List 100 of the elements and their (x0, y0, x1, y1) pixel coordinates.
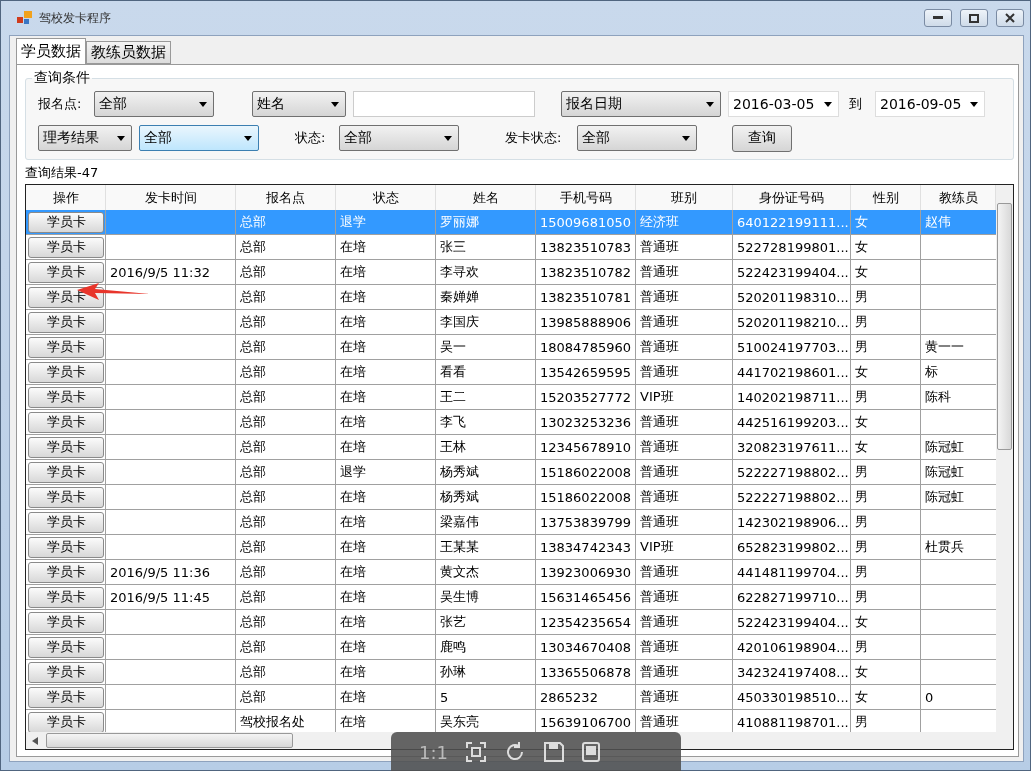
table-cell-text: 男 (854, 513, 869, 531)
table-cell-text: 总部 (239, 463, 267, 481)
table-cell-text: 总部 (239, 213, 267, 231)
table-cell-text: 在培 (339, 563, 367, 581)
table-cell-text: 总部 (239, 338, 267, 356)
table-cell-text: 140202198711... (736, 388, 850, 407)
table-cell-text: 在培 (339, 363, 367, 381)
table-cell-text: 普通班 (639, 463, 680, 481)
table-cell-text: 黄一一 (924, 338, 965, 356)
table-cell-text: 13923006930 (539, 563, 632, 582)
table-cell-text: 杨秀斌 (439, 488, 480, 506)
table-cell-text: 男 (854, 588, 869, 606)
table-cell-text: 总部 (239, 288, 267, 306)
table-cell-text: 男 (854, 288, 869, 306)
table-cell-text: 标 (924, 363, 939, 381)
table-cell-text: 张艺 (439, 613, 467, 631)
table-cell-text: 杜贯兵 (924, 538, 965, 556)
table-cell-text: 在培 (339, 338, 367, 356)
table-cell-text: 陈冠虹 (924, 438, 965, 456)
table-cell-text: 在培 (339, 588, 367, 606)
table-cell-text: 女 (854, 213, 869, 231)
table-cell-text: 陈冠虹 (924, 463, 965, 481)
table-cell-text: 2865232 (539, 688, 599, 707)
table-cell-text: 孙琳 (439, 663, 467, 681)
table-cell-text: 普通班 (639, 338, 680, 356)
table-cell-text: 吴东亮 (439, 713, 480, 731)
table-cell-text: 男 (854, 488, 869, 506)
table-cell-text: 女 (854, 263, 869, 281)
table-cell-text: 13023253236 (539, 413, 632, 432)
table-cell-text: 320823197611... (736, 438, 850, 457)
table-cell-text: 在培 (339, 713, 367, 731)
table-cell-text: 13823510783 (539, 238, 632, 257)
table-cell-text: 王林 (439, 438, 467, 456)
table-cell-text: 在培 (339, 388, 367, 406)
table-cell-text: 在培 (339, 538, 367, 556)
table-cell-text: 吴生博 (439, 588, 480, 606)
table-cell-text: 普通班 (639, 238, 680, 256)
table-cell-text: 622827199710... (736, 588, 850, 607)
table-cell-text: 在培 (339, 288, 367, 306)
table-cell-text: 李寻欢 (439, 263, 480, 281)
table-cell-text: 520201198310... (736, 288, 850, 307)
table-cell-text: 男 (854, 563, 869, 581)
table-cell-text: 王某某 (439, 538, 480, 556)
table-cell-text: 2016/9/5 11:32 (109, 263, 211, 282)
table-cell-text: 在培 (339, 613, 367, 631)
table-cell-text: 男 (854, 638, 869, 656)
table-cell-text: 退学 (339, 463, 367, 481)
table-cell-text: 普通班 (639, 438, 680, 456)
table-cell-text: 522423199404... (736, 613, 850, 632)
table-cell-text: 15009681050 (539, 213, 632, 232)
table-cell-text: 总部 (239, 413, 267, 431)
table-cell-text: 普通班 (639, 363, 680, 381)
table-cell-text: 普通班 (639, 288, 680, 306)
table-cell-text: 520201198210... (736, 313, 850, 332)
table-cell-text: 赵伟 (924, 213, 952, 231)
table-cell-text: 441481199704... (736, 563, 850, 582)
table-cell-text: 2016/9/5 11:36 (109, 563, 211, 582)
table-cell-text: 在培 (339, 638, 367, 656)
table-cell-text: 看看 (439, 363, 467, 381)
table-cell-text: 吴一 (439, 338, 467, 356)
table-cell-text: 总部 (239, 663, 267, 681)
table-cell-text: 杨秀斌 (439, 463, 480, 481)
filter-label: 到 (849, 95, 863, 113)
table-cell-text: 15639106700 (539, 713, 632, 732)
table-cell-text: 陈冠虹 (924, 488, 965, 506)
table-cell-text: 18084785960 (539, 338, 632, 357)
table-cell-text: 张三 (439, 238, 467, 256)
table-cell-text: 男 (854, 463, 869, 481)
table-cell-text: 在培 (339, 488, 367, 506)
table-cell-text: 总部 (239, 613, 267, 631)
table-cell-text: 陈科 (924, 388, 952, 406)
table-cell-text: 总部 (239, 388, 267, 406)
table-cell-text: 总部 (239, 263, 267, 281)
table-cell-text: 总部 (239, 563, 267, 581)
table-cell-text: 女 (854, 363, 869, 381)
table-cell-text: 男 (854, 713, 869, 731)
table-cell-text: 普通班 (639, 263, 680, 281)
table-cell-text: 总部 (239, 538, 267, 556)
table-cell-text: 罗丽娜 (439, 213, 480, 231)
table-cell-text: 在培 (339, 513, 367, 531)
table-cell-text: 510024197703... (736, 338, 850, 357)
table-cell-text: 13034670408 (539, 638, 632, 657)
table-cell-text: VIP班 (639, 538, 675, 556)
table-cell-text: 12345678910 (539, 438, 632, 457)
table-cell-text: 13753839799 (539, 513, 632, 532)
table-cell-text: 女 (854, 688, 869, 706)
table-cell-text: 女 (854, 663, 869, 681)
table-cell-text: 男 (854, 538, 869, 556)
table-cell-text: 在培 (339, 438, 367, 456)
table-cell-text: 李国庆 (439, 313, 480, 331)
table-cell-text: 410881198701... (736, 713, 850, 732)
table-cell-text: 在培 (339, 238, 367, 256)
table-cell-text: 142302198906... (736, 513, 850, 532)
table-cell-text: 2016/9/5 11:45 (109, 588, 211, 607)
table-cell-text: 13985888906 (539, 313, 632, 332)
table-cell-text: 420106198904... (736, 638, 850, 657)
table-cell-text: 640122199111... (736, 213, 850, 232)
table-cell-text: 男 (854, 313, 869, 331)
table-cell-text: 441702198601... (736, 363, 850, 382)
table-cell-text: 普通班 (639, 563, 680, 581)
